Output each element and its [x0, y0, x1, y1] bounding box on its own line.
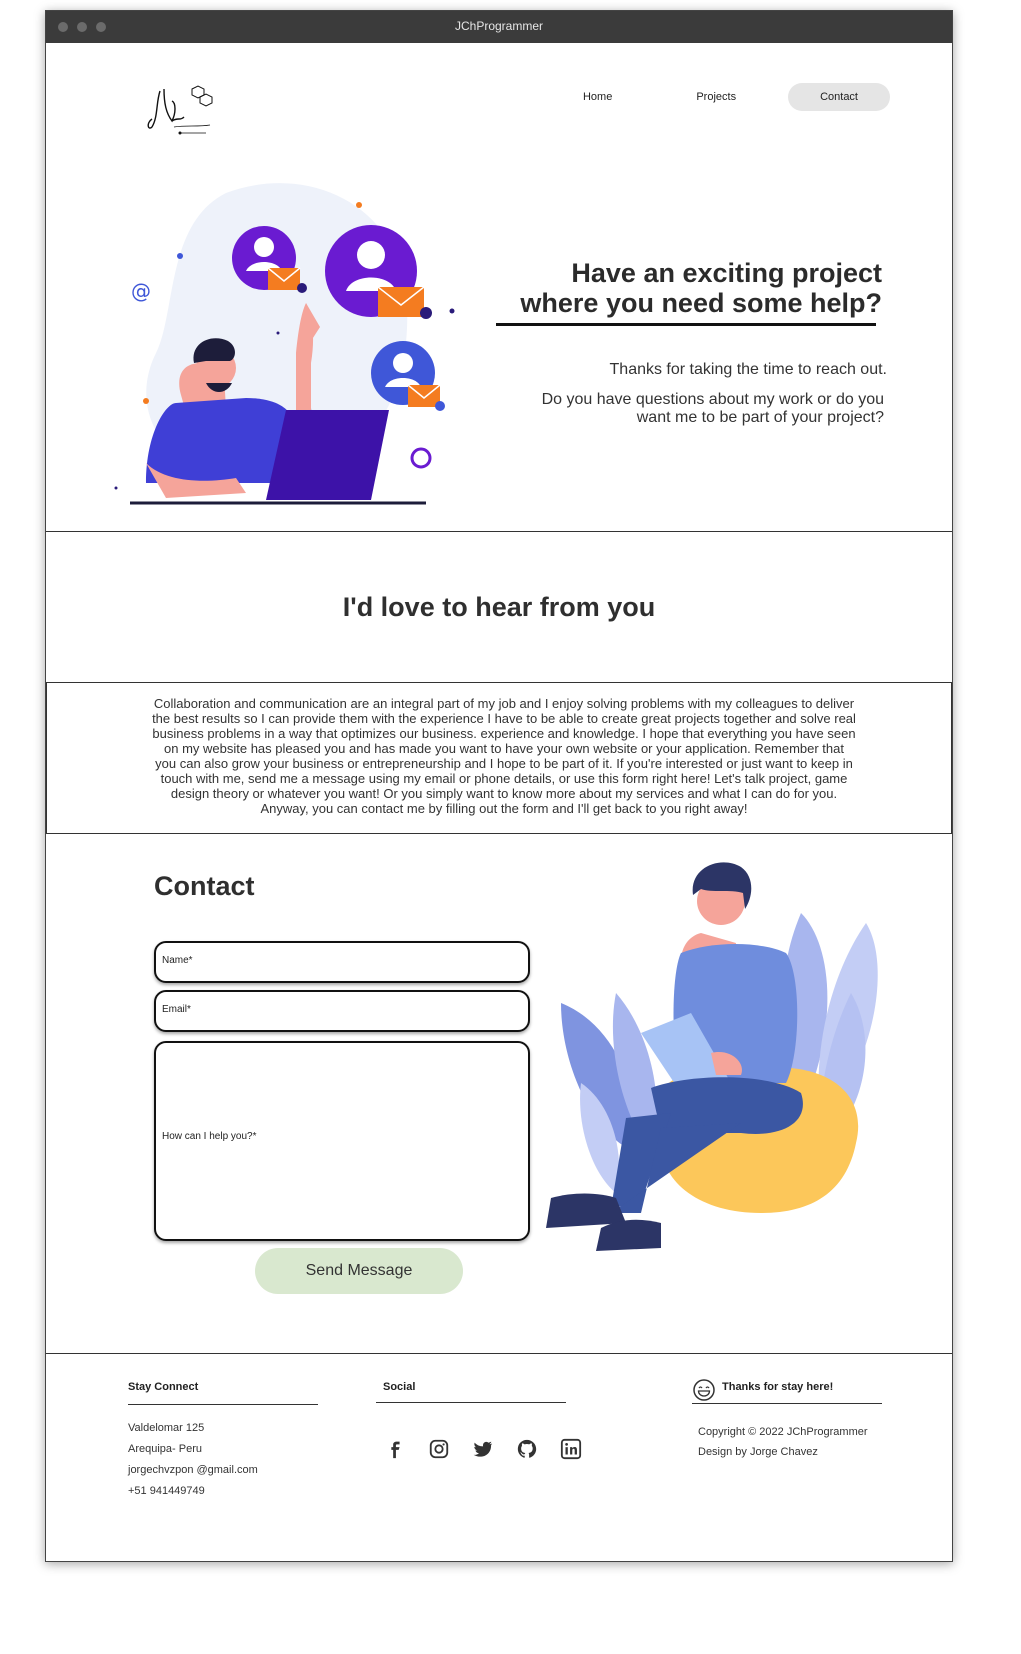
- name-field[interactable]: Name*: [154, 941, 530, 983]
- main-nav: Home Projects Contact: [551, 83, 890, 111]
- copyright-text: Copyright © 2022 JChProgrammer: [698, 1426, 868, 1438]
- hero-title-line2: where you need some help?: [520, 288, 882, 318]
- browser-window: JChProgrammer Home Projects Contact @ Ha…: [45, 10, 953, 1562]
- title-bar: JChProgrammer: [46, 11, 952, 43]
- email-placeholder: Email*: [162, 1004, 191, 1015]
- intro-section: I'd love to hear from you: [46, 532, 952, 682]
- send-message-button[interactable]: Send Message: [255, 1248, 463, 1294]
- name-placeholder: Name*: [162, 955, 193, 966]
- intro-paragraph: Collaboration and communication are an i…: [152, 696, 856, 816]
- stay-connect-title: Stay Connect: [128, 1381, 199, 1393]
- email-field[interactable]: Email*: [154, 990, 530, 1032]
- twitter-icon[interactable]: [472, 1438, 494, 1460]
- hero-title-line1: Have an exciting project: [571, 258, 882, 288]
- facebook-icon[interactable]: [384, 1438, 406, 1460]
- smile-icon: [693, 1379, 715, 1401]
- signature-logo[interactable]: [146, 83, 218, 139]
- hero-title: Have an exciting project where you need …: [482, 258, 882, 318]
- contact-illustration: [546, 862, 878, 1251]
- footer-divider: [692, 1403, 882, 1404]
- hero-illustration: @: [114, 183, 455, 505]
- footer: Stay Connect Valdelomar 125 Arequipa- Pe…: [46, 1354, 952, 1560]
- contact-heading: Contact: [154, 871, 255, 901]
- svg-text:@: @: [131, 279, 151, 303]
- nav-projects[interactable]: Projects: [664, 83, 768, 111]
- footer-city: Arequipa- Peru: [128, 1443, 202, 1455]
- footer-address: Valdelomar 125: [128, 1422, 205, 1434]
- github-icon[interactable]: [516, 1438, 538, 1460]
- design-credit: Design by Jorge Chavez: [698, 1446, 818, 1458]
- hero-underline: [496, 323, 876, 326]
- social-links: [384, 1438, 582, 1460]
- window-title: JChProgrammer: [454, 19, 544, 33]
- footer-divider: [376, 1402, 566, 1403]
- thanks-title: Thanks for stay here!: [722, 1381, 834, 1393]
- message-field[interactable]: How can I help you?*: [154, 1041, 530, 1241]
- nav-contact[interactable]: Contact: [788, 83, 890, 111]
- nav-home[interactable]: Home: [551, 83, 644, 111]
- contact-section: Contact Name* Email* How can I help you?…: [46, 833, 952, 1354]
- footer-divider: [128, 1404, 318, 1405]
- social-title: Social: [383, 1381, 416, 1393]
- footer-phone: +51 941449749: [128, 1485, 205, 1497]
- instagram-icon[interactable]: [428, 1438, 450, 1460]
- intro-heading: I'd love to hear from you: [342, 592, 656, 622]
- intro-paragraph-box: Collaboration and communication are an i…: [46, 682, 952, 834]
- hero-section: Home Projects Contact @ Have an exciting…: [46, 43, 952, 532]
- message-placeholder: How can I help you?*: [162, 1131, 257, 1142]
- linkedin-icon[interactable]: [560, 1438, 582, 1460]
- hero-question: Do you have questions about my work or d…: [541, 391, 884, 426]
- footer-email-link[interactable]: jorgechvzpon @gmail.com: [128, 1464, 258, 1476]
- hero-subtitle: Thanks for taking the time to reach out.: [609, 361, 887, 378]
